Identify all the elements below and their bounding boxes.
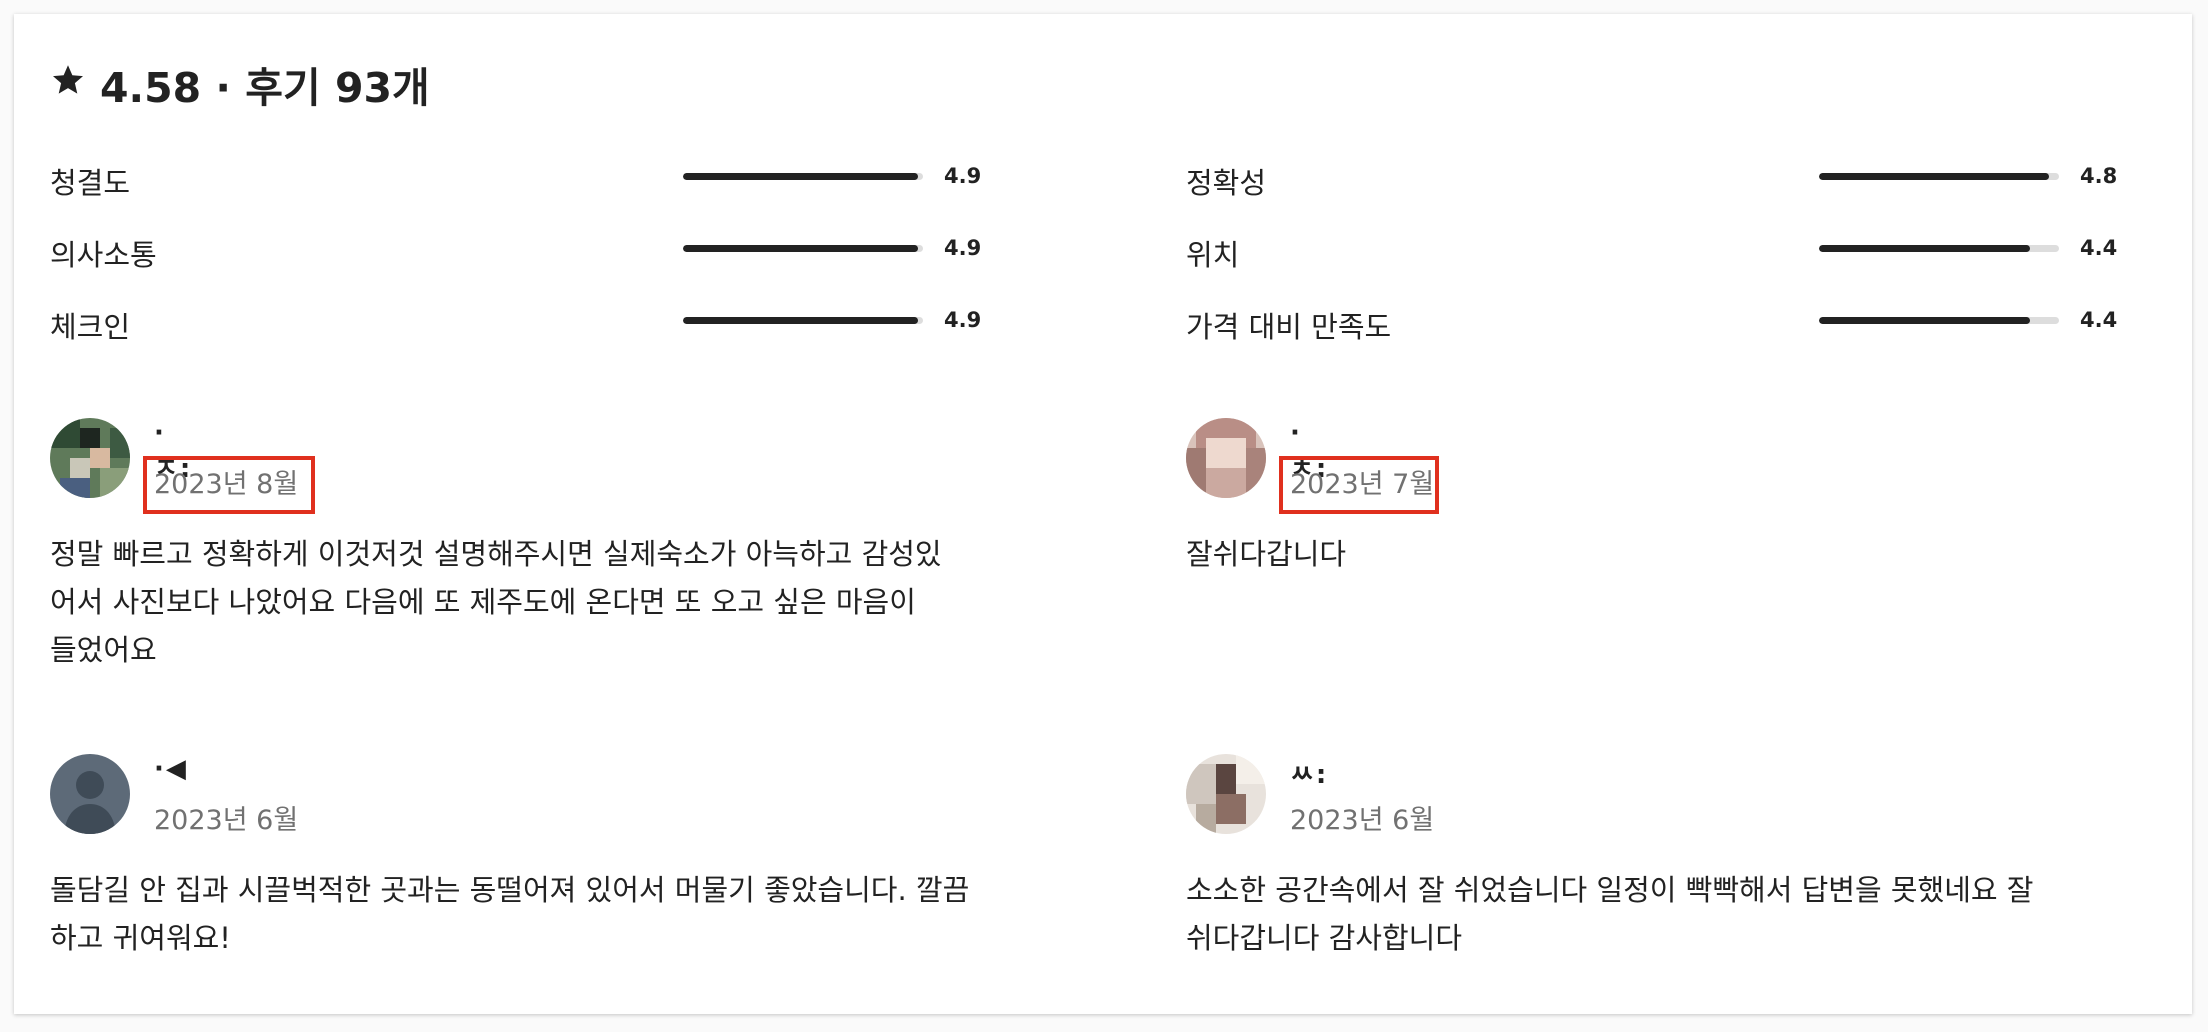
date-highlight-box [1279,456,1439,514]
review-text: 잘쉬다갑니다 [1186,537,1347,571]
date-highlight-box [143,456,315,514]
rating-summary: 4.58 · 후기 93개 [50,54,430,114]
rating-bar [1819,173,2059,180]
rating-label: 정확성 [1186,166,1267,200]
rating-row-location: 위치 4.4 [1186,228,2117,272]
rating-bar-fill [1819,173,2050,180]
rating-bar-fill [683,245,919,252]
rating-bar [683,245,923,252]
rating-bar [683,173,923,180]
rating-label: 의사소통 [50,238,157,272]
rating-label: 위치 [1186,238,1240,272]
review-text: 돌담길 안 집과 시끌벅적한 곳과는 동떨어져 있어서 머물기 좋았습니다. 깔… [50,873,970,955]
review-text: 소소한 공간속에서 잘 쉬었습니다 일정이 빡빡해서 답변을 못했네요 잘쉬다갑… [1186,873,2034,955]
rating-bar [1819,245,2059,252]
avatar[interactable] [50,754,130,834]
rating-score: 4.8 [2080,164,2118,188]
rating-score: 4.9 [944,308,982,332]
reviewer-name[interactable]: ·◀ [154,754,188,784]
rating-label: 청결도 [50,166,131,200]
avatar[interactable] [50,418,130,498]
rating-bar-fill [1819,245,2031,252]
rating-row-value: 가격 대비 만족도 4.4 [1186,300,2117,344]
rating-bar-fill [683,173,919,180]
review-date: 2023년 6월 [1290,805,1435,836]
avatar[interactable] [1186,418,1266,498]
reviews-card: 4.58 · 후기 93개 청결도 4.9 의사소통 4.9 체크인 4.9 정… [14,14,2192,1014]
reviewer-name[interactable]: ㅆ: [1290,754,1328,791]
avatar[interactable] [1186,754,1266,834]
rating-row-communication: 의사소통 4.9 [50,228,981,272]
rating-row-cleanliness: 청결도 4.9 [50,156,981,200]
rating-label: 체크인 [50,310,131,344]
rating-bar [1819,317,2059,324]
rating-score: 4.9 [944,164,982,188]
rating-title: 4.58 · 후기 93개 [100,64,430,112]
rating-row-checkin: 체크인 4.9 [50,300,981,344]
rating-score: 4.4 [2080,308,2118,332]
rating-bar-fill [1819,317,2031,324]
rating-score: 4.4 [2080,236,2118,260]
rating-bar [683,317,923,324]
rating-bar-fill [683,317,919,324]
rating-score: 4.9 [944,236,982,260]
review-text: 정말 빠르고 정확하게 이것저것 설명해주시면 실제숙소가 아늑하고 감성있어서… [50,537,942,667]
rating-row-accuracy: 정확성 4.8 [1186,156,2117,200]
rating-label: 가격 대비 만족도 [1186,310,1392,344]
star-icon [50,60,86,108]
review-date: 2023년 6월 [154,805,299,836]
